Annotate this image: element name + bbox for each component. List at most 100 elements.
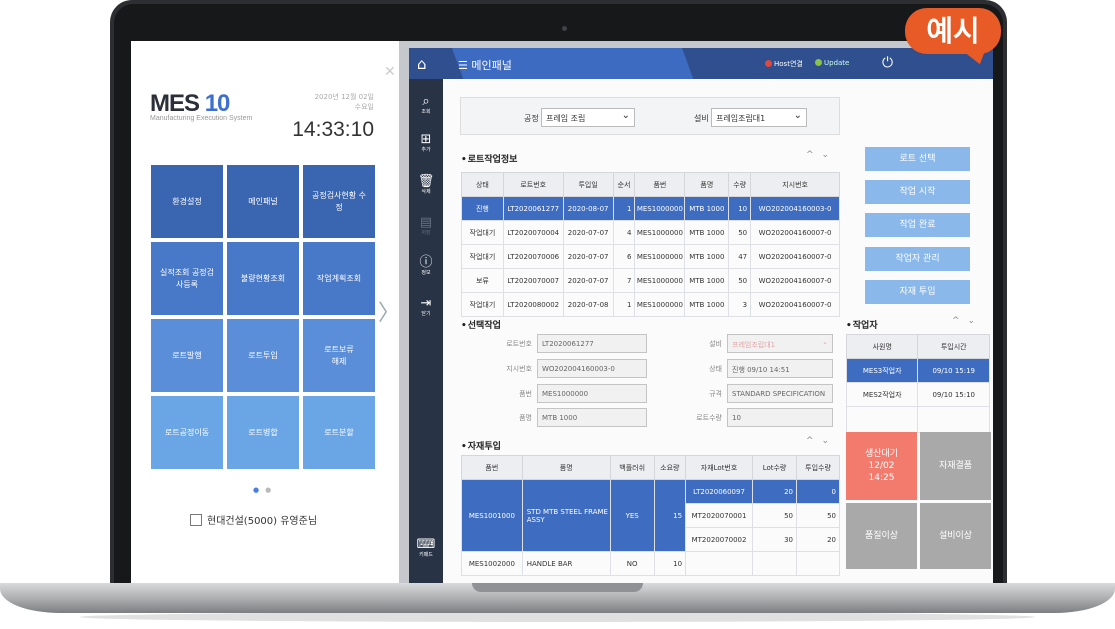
table-cell: WO202004160007-0 [750,220,840,245]
tile-work-plan[interactable]: 작업계획조회 [303,242,375,315]
sidebar-search[interactable]: ⌕ 조회 [409,95,443,116]
sidebar-save[interactable]: ▤ 저장 [409,216,443,237]
equip-field[interactable]: 프레임조립대1 ⌄ [727,334,833,353]
chevron-right-icon[interactable]: 〉 [378,284,400,344]
tile-lot-input[interactable]: 로트투입 [227,319,299,392]
tile-settings[interactable]: 환경설정 [151,165,223,238]
table-cell: 7 [612,268,636,293]
lot-info-title: 로트작업정보 [461,152,518,165]
tile-lot-issue[interactable]: 로트발행 [151,319,223,392]
table-cell: MTB 1000 [684,220,730,245]
table-cell: LT2020070007 [502,268,564,293]
table-cell: 1 [612,292,636,317]
tile-defects[interactable]: 불량현황조회 [227,242,299,315]
tile-lot-release[interactable]: 로트보류 해제 [303,319,375,392]
status-field: 진행 09/10 14:51 [727,359,833,378]
table-row[interactable]: 보류 LT2020070007 2020-07-07 7 MES1000000 MTB 1… [461,268,840,293]
sidebar-close[interactable]: ⇥ 닫기 [409,297,443,318]
worker-manage-button[interactable]: 작업자 관리 [865,247,970,271]
camera-icon [562,26,567,31]
table-cell: MES1000000 [634,244,686,269]
lot-no-label: 로트번호 [506,340,532,348]
sidebar-info[interactable]: ⓘ 정보 [409,256,443,277]
collapse-chevrons[interactable]: ^⌄ [806,436,837,446]
table-row[interactable]: MES1002000 HANDLE BAR NO 10 [461,551,840,576]
tile-lot-move[interactable]: 로트공정이동 [151,396,223,469]
table-cell: 2020-07-07 [562,268,614,293]
table-cell: LT2020080002 [502,292,564,317]
equipment-label: 설비 [694,114,709,123]
table-row[interactable]: MES2작업자 09/10 15:10 [845,382,990,407]
part-no-label: 품번 [519,390,532,398]
part-name-label: 품명 [519,414,532,422]
collapse-chevrons[interactable]: ^⌄ [952,316,983,326]
lot-select-button[interactable]: 로트 선택 [865,147,970,171]
equipment-issue-button[interactable]: 설비이상 [920,503,991,569]
table-row[interactable]: MES1001000 STD MTB STEEL FRAME ASSY YES … [461,479,840,552]
start-work-button[interactable]: 작업 시작 [865,180,970,204]
column-header: 상태 [461,172,504,197]
table-cell: 2020-07-07 [562,220,614,245]
laptop-shadow [80,612,1035,622]
tile-main-panel[interactable]: 메인패널 [227,165,299,238]
table-cell: WO202004160003-0 [750,196,840,221]
complete-work-button[interactable]: 작업 완료 [865,213,970,237]
table-row[interactable]: 작업대기 LT2020070004 2020-07-07 4 MES1000000 MTB… [461,220,840,245]
window-title: ☰ 메인패널 [458,59,512,72]
save-icon: ▤ [419,215,433,230]
material-table: 품번 품명 백플러쉬 소요량 자재Lot번호 Lot수량 투입수량 MES1001000 S… [461,455,840,576]
power-icon[interactable]: ⏻ [882,55,893,71]
equipment-select[interactable]: 프레임조립대1 ⌄ [711,108,807,127]
table-cell: MTB 1000 [684,268,730,293]
table-cell: MTB 1000 [684,292,730,317]
info-icon: ⓘ [419,255,433,270]
date-display: 2020년 12월 02일 수요일 [314,93,374,111]
table-cell: MES1000000 [634,268,686,293]
trash-icon: 🗑 [417,174,435,189]
table-row[interactable]: 진행 LT2020061277 2020-08-07 1 MES1000000 MTB 1… [461,196,840,221]
lot-qty-field: 10 [727,408,833,427]
tile-performance[interactable]: 실적조회 공정검사등록 [151,242,223,315]
collapse-chevrons[interactable]: ^⌄ [806,150,837,160]
home-icon[interactable]: ⌂ [417,55,427,73]
process-select[interactable]: 프레임 조립 ⌄ [541,108,635,127]
table-cell: 2020-07-08 [562,292,614,317]
column-header: 로트번호 [502,172,564,197]
sidebar-add[interactable]: ⊞ 추가 [409,133,443,154]
table-cell: 10 [728,196,752,221]
add-icon: ⊞ [420,132,432,147]
update-status[interactable]: Update [815,59,849,67]
tile-lot-split[interactable]: 로트분할 [303,396,375,469]
laptop-notch [472,583,643,592]
table-cell: LT2020070004 [502,220,564,245]
tile-lot-merge[interactable]: 로트병합 [227,396,299,469]
part-no-field: MES1000000 [537,384,647,403]
page-indicator[interactable]: ●● [253,486,277,494]
close-icon[interactable]: ✕ [384,64,396,80]
host-status: Host연결 [765,59,803,69]
spec-label: 규격 [709,390,722,398]
order-no-label: 지시번호 [506,365,532,373]
material-shortage-button[interactable]: 자재결품 [920,432,991,500]
production-wait-button[interactable]: 생산대기 12/02 14:25 [846,432,917,500]
lot-table: 상태 로트번호 투입일 순서 품번 품명 수량 지시번호 진행 LT2020061277 2020-… [461,172,840,317]
sidebar-keypad[interactable]: ⌨ 키패드 [409,538,443,559]
building-icon [190,514,202,526]
equip-label: 설비 [709,340,722,348]
chevron-down-icon: ⌄ [822,338,828,346]
tile-inspection-status[interactable]: 공정검사현황 수정 [303,165,375,238]
table-row[interactable]: MES3작업자 09/10 15:19 [845,358,990,383]
table-row[interactable]: 작업대기 LT2020070006 2020-07-07 6 MES1000000 MTB… [461,244,840,269]
example-badge: 예시 [905,8,1005,68]
material-input-button[interactable]: 자재 투입 [865,280,970,304]
workers-title: 작업자 [846,318,878,331]
chevron-down-icon: ⌄ [621,110,630,121]
table-cell: MTB 1000 [684,196,730,221]
sidebar-delete[interactable]: 🗑 삭제 [409,175,443,196]
quality-issue-button[interactable]: 품질이상 [846,503,917,569]
table-row[interactable]: 작업대기 LT2020080002 2020-07-08 1 MES1000000 MTB… [461,292,840,317]
table-cell: 3 [728,292,752,317]
table-cell: WO202004160007-0 [750,268,840,293]
table-cell: 진행 [461,196,504,221]
table-cell: WO202004160007-0 [750,244,840,269]
